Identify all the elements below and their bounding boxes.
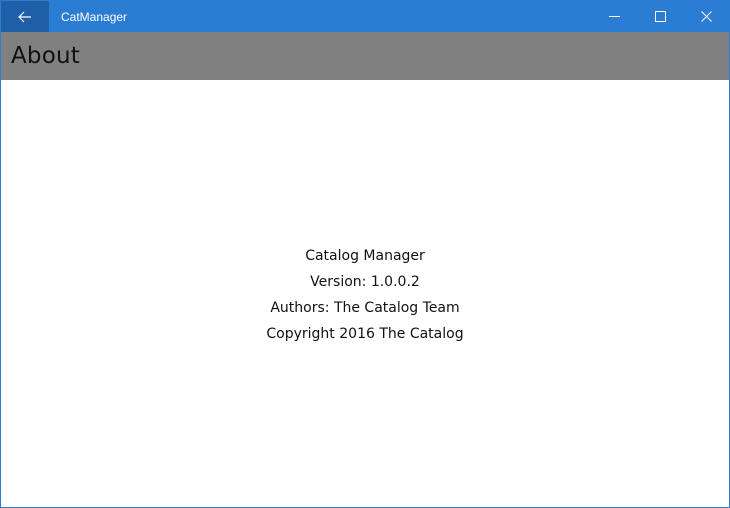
about-content: Catalog Manager Version: 1.0.0.2 Authors… <box>1 80 729 507</box>
title-bar: CatManager <box>1 1 729 32</box>
page-header: About <box>1 32 729 80</box>
back-button[interactable] <box>1 1 49 32</box>
app-title: CatManager <box>61 9 128 24</box>
close-icon <box>700 11 712 22</box>
copyright-text: Copyright 2016 The Catalog <box>266 326 464 342</box>
arrow-left-icon <box>18 11 31 22</box>
minimize-button[interactable] <box>591 1 637 32</box>
version-text: Version: 1.0.0.2 <box>310 274 420 290</box>
authors-text: Authors: The Catalog Team <box>270 300 460 316</box>
maximize-icon <box>654 11 666 22</box>
window-controls <box>591 1 729 32</box>
app-window: CatManager About Catalog Manager Version… <box>0 0 730 508</box>
page-title: About <box>11 43 81 69</box>
minimize-icon <box>608 16 620 17</box>
product-name: Catalog Manager <box>305 248 425 264</box>
maximize-button[interactable] <box>637 1 683 32</box>
close-button[interactable] <box>683 1 729 32</box>
about-info: Catalog Manager Version: 1.0.0.2 Authors… <box>1 243 729 347</box>
